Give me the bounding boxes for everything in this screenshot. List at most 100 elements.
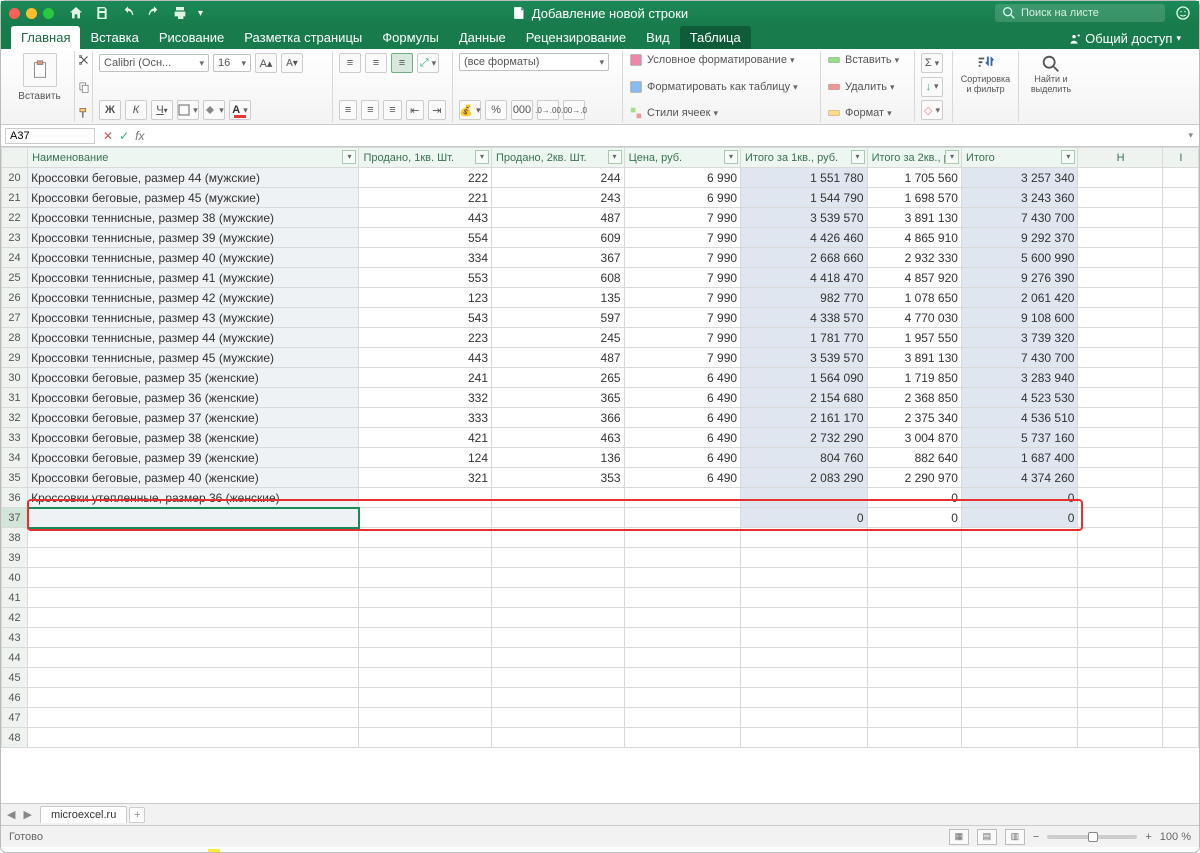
cell[interactable]: 123: [359, 288, 492, 308]
cell[interactable]: 7 430 700: [961, 348, 1077, 368]
cell[interactable]: [1078, 508, 1162, 528]
filter-icon[interactable]: ▾: [342, 150, 356, 164]
row-header[interactable]: 28: [2, 328, 28, 348]
table-row[interactable]: 47: [2, 708, 1199, 728]
cell[interactable]: 7 990: [624, 208, 740, 228]
number-format-dropdown[interactable]: (все форматы): [459, 53, 609, 71]
cell[interactable]: [624, 548, 740, 568]
cell[interactable]: 0: [961, 488, 1077, 508]
cell[interactable]: 7 990: [624, 228, 740, 248]
cell[interactable]: [359, 668, 492, 688]
table-row[interactable]: 30 Кроссовки беговые, размер 35 (женские…: [2, 368, 1199, 388]
cancel-formula-icon[interactable]: ✕: [103, 129, 113, 143]
table-row[interactable]: 31 Кроссовки беговые, размер 36 (женские…: [2, 388, 1199, 408]
cell[interactable]: 2 061 420: [961, 288, 1077, 308]
cell[interactable]: [359, 628, 492, 648]
cell[interactable]: 0: [867, 508, 961, 528]
cell[interactable]: [1162, 228, 1198, 248]
smile-icon[interactable]: [1175, 5, 1191, 21]
cell[interactable]: [741, 528, 868, 548]
cell[interactable]: [359, 528, 492, 548]
cell[interactable]: [1162, 708, 1198, 728]
cell[interactable]: 6 490: [624, 388, 740, 408]
col-header-q1qty[interactable]: Продано, 1кв. Шт.▾: [359, 148, 492, 168]
row-header[interactable]: 40: [2, 568, 28, 588]
cell[interactable]: Кроссовки утепленные, размер 36 (женские…: [28, 488, 359, 508]
cell[interactable]: [624, 688, 740, 708]
align-bottom-button[interactable]: ≡: [391, 53, 413, 73]
format-painter-icon[interactable]: [77, 106, 91, 120]
cell[interactable]: [1078, 528, 1162, 548]
cell[interactable]: 6 990: [624, 168, 740, 188]
conditional-format-button[interactable]: Условное форматирование: [647, 54, 794, 66]
cell[interactable]: [961, 588, 1077, 608]
cell[interactable]: [1162, 548, 1198, 568]
cell[interactable]: [961, 548, 1077, 568]
cell[interactable]: Кроссовки теннисные, размер 42 (мужские): [28, 288, 359, 308]
increase-decimal-button[interactable]: .0→.00: [537, 100, 559, 120]
row-header[interactable]: 26: [2, 288, 28, 308]
cell[interactable]: 3 243 360: [961, 188, 1077, 208]
row-header[interactable]: 44: [2, 648, 28, 668]
table-row[interactable]: 38: [2, 528, 1199, 548]
cell[interactable]: 4 418 470: [741, 268, 868, 288]
cell[interactable]: 7 990: [624, 248, 740, 268]
cell[interactable]: [867, 548, 961, 568]
cell[interactable]: 9 292 370: [961, 228, 1077, 248]
row-header[interactable]: 43: [2, 628, 28, 648]
cell[interactable]: 9 276 390: [961, 268, 1077, 288]
sheet-tab[interactable]: microexcel.ru: [40, 806, 127, 823]
cell[interactable]: [867, 728, 961, 748]
cell[interactable]: Кроссовки теннисные, размер 43 (мужские): [28, 308, 359, 328]
cell[interactable]: 421: [359, 428, 492, 448]
cell[interactable]: [1078, 368, 1162, 388]
cell[interactable]: [961, 528, 1077, 548]
cell[interactable]: 0: [741, 508, 868, 528]
filter-icon[interactable]: ▾: [724, 150, 738, 164]
table-row[interactable]: 25 Кроссовки теннисные, размер 41 (мужск…: [2, 268, 1199, 288]
cell[interactable]: [359, 588, 492, 608]
cell[interactable]: 333: [359, 408, 492, 428]
align-top-button[interactable]: ≡: [339, 53, 361, 73]
cell[interactable]: [359, 708, 492, 728]
cell[interactable]: 1 719 850: [867, 368, 961, 388]
spreadsheet-grid[interactable]: Наименование▾ Продано, 1кв. Шт.▾ Продано…: [1, 147, 1199, 803]
cell[interactable]: 3 739 320: [961, 328, 1077, 348]
row-header[interactable]: 30: [2, 368, 28, 388]
paste-button[interactable]: [23, 53, 57, 87]
cell[interactable]: [961, 728, 1077, 748]
cell[interactable]: 463: [492, 428, 625, 448]
row-header[interactable]: 48: [2, 728, 28, 748]
cell[interactable]: [1162, 308, 1198, 328]
cell[interactable]: [1162, 428, 1198, 448]
cell[interactable]: 3 891 130: [867, 208, 961, 228]
tab-table[interactable]: Таблица: [680, 26, 751, 49]
cell[interactable]: [961, 608, 1077, 628]
italic-button[interactable]: К: [125, 100, 147, 120]
currency-button[interactable]: 💰: [459, 100, 481, 120]
cell[interactable]: 2 375 340: [867, 408, 961, 428]
cell[interactable]: 543: [359, 308, 492, 328]
cell[interactable]: [1162, 448, 1198, 468]
cell[interactable]: [1162, 408, 1198, 428]
cell[interactable]: [359, 508, 492, 528]
cell[interactable]: [1162, 528, 1198, 548]
row-header[interactable]: 22: [2, 208, 28, 228]
tab-formulas[interactable]: Формулы: [372, 26, 449, 49]
row-header[interactable]: 38: [2, 528, 28, 548]
cell[interactable]: 7 990: [624, 288, 740, 308]
add-sheet-button[interactable]: +: [129, 807, 145, 823]
cell[interactable]: 243: [492, 188, 625, 208]
share-button[interactable]: Общий доступ ▾: [1059, 28, 1189, 49]
cell[interactable]: [1078, 288, 1162, 308]
row-header[interactable]: 23: [2, 228, 28, 248]
cell[interactable]: [359, 548, 492, 568]
cell[interactable]: 353: [492, 468, 625, 488]
cell[interactable]: 3 283 940: [961, 368, 1077, 388]
cell[interactable]: [1078, 708, 1162, 728]
cell[interactable]: [1078, 188, 1162, 208]
select-all-corner[interactable]: [2, 148, 28, 168]
cell[interactable]: [867, 568, 961, 588]
cell[interactable]: [867, 628, 961, 648]
fill-color-button[interactable]: [203, 100, 225, 120]
